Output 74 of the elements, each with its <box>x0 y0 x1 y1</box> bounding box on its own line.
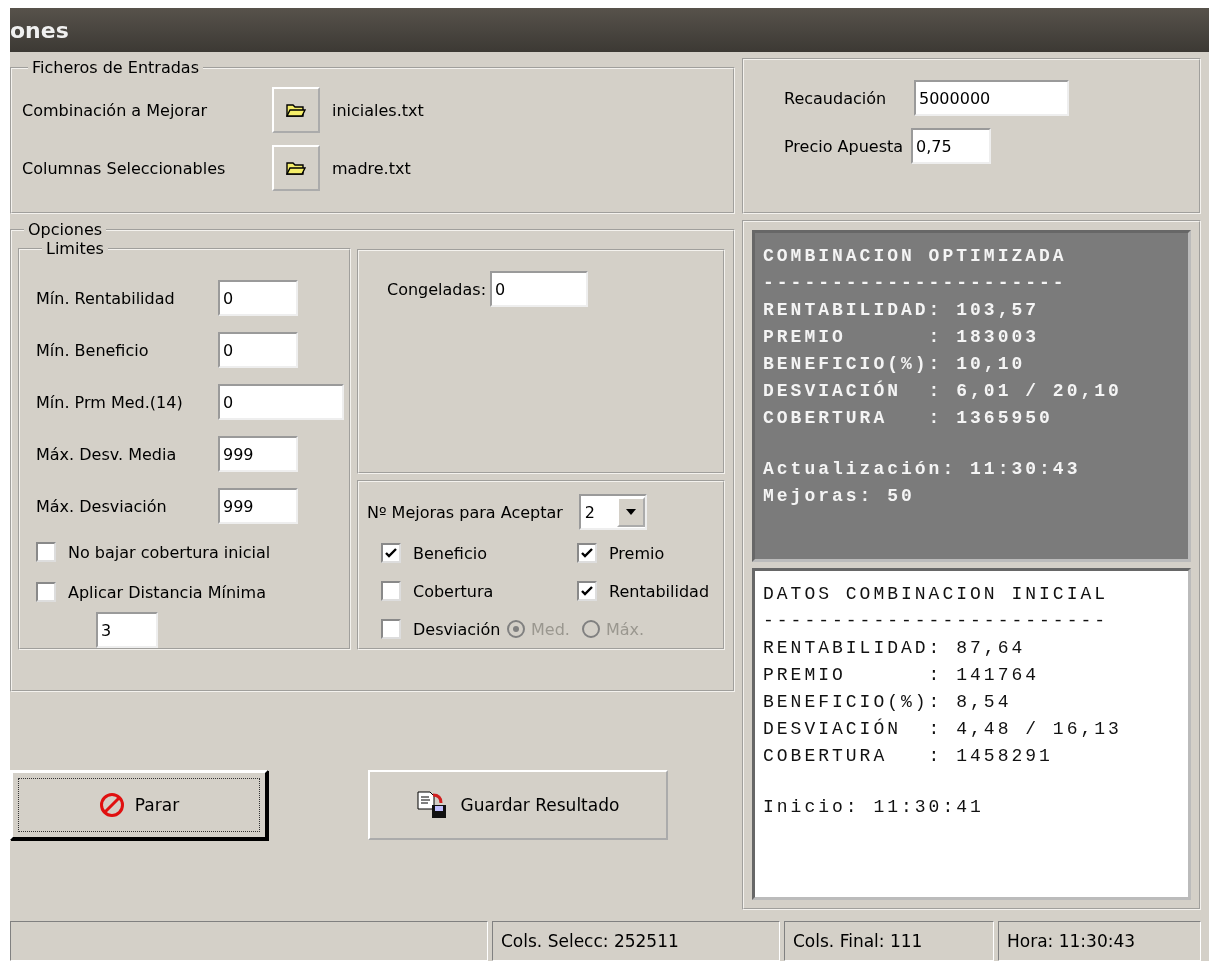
caret-icon <box>624 508 637 516</box>
dropdown[interactable]: 2 <box>578 494 647 530</box>
input-field[interactable]: 0 <box>218 280 298 316</box>
field-label: Máx. Desviación <box>36 496 168 516</box>
status-panel: Hora: 11:30:43 <box>998 921 1201 961</box>
result-line: Mejoras: 50 <box>763 485 916 508</box>
result-line: DATOS COMBINACION INICIAL <box>763 583 1110 606</box>
result-line: Inicio: 11:30:41 <box>763 796 985 819</box>
checkbox-label: Cobertura <box>413 581 494 601</box>
file-name: madre.txt <box>332 158 411 178</box>
input-field[interactable]: 0 <box>218 332 298 368</box>
stop-button[interactable]: Parar <box>10 769 268 840</box>
result-line: RENTABILIDAD: 87,64 <box>763 637 1027 660</box>
checkbox-label: No bajar cobertura inicial <box>68 542 271 562</box>
field-label: Columnas Seleccionables <box>22 158 227 178</box>
result-line: Actualización: 11:30:43 <box>763 458 1082 481</box>
checkbox-label: Premio <box>609 543 665 563</box>
field-label: Congeladas: <box>387 279 487 299</box>
result-line: BENEFICIO(%): 8,54 <box>763 691 1013 714</box>
field-label: Mín. Beneficio <box>36 340 150 360</box>
checkmark-icon <box>580 546 594 560</box>
result-line: COBERTURA : 1458291 <box>763 745 1054 768</box>
input-field[interactable]: 999 <box>218 488 298 524</box>
group-title: Opciones <box>27 220 104 239</box>
checkbox-label: Desviación <box>413 619 501 639</box>
field-label: Recaudación <box>784 88 888 108</box>
input-field[interactable]: 999 <box>218 436 298 472</box>
radio-label: Med. <box>531 619 570 639</box>
field-label: Máx. Desv. Media <box>36 444 178 464</box>
checkbox-label: Aplicar Distancia Mínima <box>68 582 266 602</box>
result-line: PREMIO : 141764 <box>763 664 1041 687</box>
checkbox[interactable] <box>36 542 56 562</box>
folder-icon <box>286 160 306 176</box>
prohibited-icon <box>98 791 125 818</box>
result-line: COMBINACION OPTIMIZADA <box>763 245 1068 268</box>
input-field[interactable]: 3 <box>96 612 158 648</box>
checkbox[interactable] <box>381 543 401 563</box>
status-panel: Cols. Selecc: 252511 <box>492 921 780 961</box>
result-line: BENEFICIO(%): 10,10 <box>763 353 1027 376</box>
group-title: Ficheros de Entradas <box>31 58 200 77</box>
save-button[interactable]: Guardar Resultado <box>368 769 668 840</box>
folder-icon <box>286 102 306 118</box>
field-label: Nº Mejoras para Aceptar <box>367 502 563 522</box>
open-file-button[interactable] <box>272 145 320 191</box>
checkmark-icon <box>384 546 398 560</box>
field-label: Combinación a Mejorar <box>22 100 209 120</box>
result-line: PREMIO : 183003 <box>763 326 1041 349</box>
group-title: Limites <box>45 239 105 258</box>
checkbox[interactable] <box>577 543 597 563</box>
radio-label: Máx. <box>605 619 645 639</box>
result-line: DESVIACIÓN : 4,48 / 16,13 <box>763 717 1123 741</box>
checkmark-icon <box>580 584 594 598</box>
checkbox[interactable] <box>36 582 56 602</box>
window-title: ones <box>10 17 69 43</box>
result-line: ------------------------- <box>763 610 1110 633</box>
checkbox[interactable] <box>381 619 401 639</box>
field-label: Precio Apuesta <box>784 136 904 156</box>
result-line: ---------------------- <box>763 272 1068 295</box>
input-field[interactable]: 0,75 <box>911 128 992 164</box>
field-label: Mín. Prm Med.(14) <box>36 392 184 412</box>
checkbox[interactable] <box>577 581 597 601</box>
checkbox-label: Rentabilidad <box>609 581 710 601</box>
result-line: RENTABILIDAD: 103,57 <box>763 299 1041 322</box>
file-name: iniciales.txt <box>332 100 424 120</box>
status-panel: Cols. Final: 111 <box>784 921 994 961</box>
checkbox[interactable] <box>381 581 401 601</box>
open-file-button[interactable] <box>272 87 320 133</box>
result-line: DESVIACIÓN : 6,01 / 20,10 <box>763 379 1123 403</box>
field-label: Mín. Rentabilidad <box>36 288 176 308</box>
input-field[interactable]: 0 <box>218 384 344 420</box>
checkbox-label: Beneficio <box>413 543 487 563</box>
input-field[interactable]: 5000000 <box>914 80 1069 116</box>
input-field[interactable]: 0 <box>490 271 589 307</box>
result-line: COBERTURA : 1365950 <box>763 407 1054 430</box>
